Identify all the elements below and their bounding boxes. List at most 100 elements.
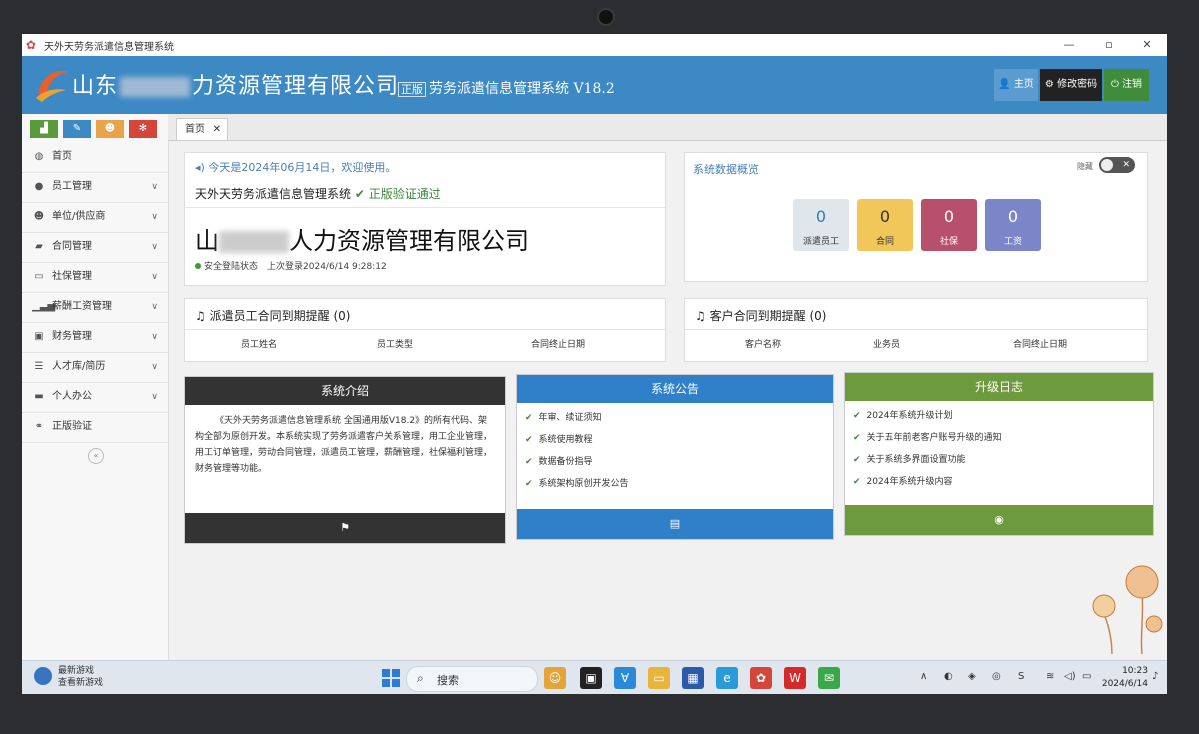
news-title: 最新游戏 [58, 666, 95, 676]
shortcut-settings-button[interactable]: ✻ [129, 120, 157, 138]
sidebar-item-home[interactable]: ◍ 首页 [22, 142, 168, 173]
volume-icon[interactable]: ◁) [1064, 671, 1076, 682]
upgrade-card-title: 升级日志 [845, 373, 1153, 401]
stat-contracts[interactable]: 0 合同 [857, 199, 913, 251]
upgrade-item[interactable]: ✔ 2024年系统升级内容 [853, 471, 1002, 493]
tray-sync-icon[interactable]: ◐ [944, 671, 953, 682]
notice-more-button[interactable]: ▤ [517, 509, 833, 539]
welcome-date-text: 今天是2024年06月14日，欢迎使用。 [208, 161, 397, 174]
taskbar-app-explorer[interactable]: ▭ [648, 667, 670, 689]
home-button[interactable]: 👤 主页 [994, 69, 1038, 101]
system-name: 正版 劳务派遣信息管理系统 V18.2 [398, 78, 615, 98]
company-name-prefix: 山东 [72, 74, 119, 99]
shortcut-chart-button[interactable]: ▟ [30, 120, 58, 138]
folder-icon: ▰ [35, 241, 43, 252]
maximize-button[interactable]: ▫ [1092, 36, 1126, 54]
clock-time: 10:23 [1122, 666, 1148, 676]
close-window-button[interactable]: ✕ [1130, 36, 1164, 54]
tray-shield-icon[interactable]: ◎ [992, 671, 1001, 682]
sidebar-item-finance[interactable]: ▣ 财务管理 ∨ [22, 322, 168, 353]
sidebar-item-units[interactable]: ☻ 单位/供应商 ∨ [22, 202, 168, 233]
system-clock[interactable]: 10:23 2024/6/14 [1100, 665, 1148, 691]
taskbar-app-taskview[interactable]: ▣ [580, 667, 602, 689]
stat-employees[interactable]: 0 派遣员工 [793, 199, 849, 251]
battery-icon[interactable]: ▭ [1082, 671, 1091, 682]
shortcut-edit-button[interactable]: ✎ [63, 120, 91, 138]
sidebar-item-label: 首页 [52, 151, 72, 162]
sidebar-item-social-security[interactable]: ▭ 社保管理 ∨ [22, 262, 168, 293]
shortcut-users-button[interactable]: ☻ [96, 120, 124, 138]
sidebar-item-label: 人才库/简历 [52, 361, 106, 372]
sidebar-item-label: 合同管理 [52, 241, 92, 252]
check-icon: ✔ [853, 411, 861, 421]
chevron-down-icon: ∨ [151, 332, 158, 342]
notice-card: 系统公告 ✔ 年审、续证须知 ✔ 系统使用教程 ✔ 数据备份指导 ✔ 系统架构原创开发公… [516, 374, 834, 540]
sidebar-collapse-button[interactable]: « [88, 448, 104, 464]
check-icon: ✔ [525, 457, 533, 467]
sidebar-item-label: 正版验证 [52, 421, 92, 432]
notice-card-title: 系统公告 [517, 375, 833, 403]
column-header: 客户名称 [745, 340, 782, 350]
notice-item-label: 系统使用教程 [538, 435, 593, 445]
taskbar-app-pinned[interactable]: ∀ [614, 667, 636, 689]
employee-reminder-title: ♫ 派遣员工合同到期提醒 (0) [195, 307, 350, 324]
sidebar-item-verification[interactable]: ⚭ 正版验证 [22, 412, 168, 443]
start-button[interactable] [382, 669, 400, 687]
sidebar-item-label: 单位/供应商 [52, 211, 106, 222]
status-dot-icon [195, 263, 201, 269]
safe-status-text: 安全登陆状态 [204, 262, 259, 272]
clock-date: 2024/6/14 [1101, 679, 1148, 689]
upgrade-item[interactable]: ✔ 关于系统多界面设置功能 [853, 449, 1002, 471]
wifi-icon[interactable]: ≋ [1046, 671, 1054, 682]
tray-app-icon[interactable]: ◈ [968, 671, 976, 682]
sidebar-item-contracts[interactable]: ▰ 合同管理 ∨ [22, 232, 168, 263]
customer-reminder-title-text: 客户合同到期提醒 [709, 309, 806, 323]
hide-toggle[interactable]: ✕ [1099, 157, 1135, 173]
minimize-button[interactable]: — [1052, 36, 1086, 54]
taskbar-app-wps[interactable]: W [784, 667, 806, 689]
upgrade-item-label: 关于系统多界面设置功能 [866, 455, 966, 465]
logout-button[interactable]: ⏻ 注销 [1104, 69, 1149, 101]
tray-chevron-icon[interactable]: ∧ [920, 671, 927, 682]
upgrade-item[interactable]: ✔ 关于五年前老客户账号升级的通知 [853, 427, 1002, 449]
sidebar-item-label: 财务管理 [52, 331, 92, 342]
edition-badge: 正版 [398, 82, 426, 97]
sidebar-item-employees[interactable]: ● 员工管理 ∨ [22, 172, 168, 203]
stat-wages[interactable]: 0 工资 [985, 199, 1041, 251]
upgrade-item[interactable]: ✔ 2024年系统升级计划 [853, 405, 1002, 427]
taskbar-app-widgets[interactable]: ☺ [544, 667, 566, 689]
notice-item-label: 数据备份指导 [538, 457, 593, 467]
system-name-text: 劳务派遣信息管理系统 V18.2 [429, 81, 615, 97]
taskbar-app-laowu[interactable]: ✿ [750, 667, 772, 689]
sidebar-item-talent[interactable]: ☰ 人才库/简历 ∨ [22, 352, 168, 383]
taskbar-app-wechat[interactable]: ✉ [818, 667, 840, 689]
change-password-button[interactable]: ⚙ 修改密码 [1040, 69, 1102, 101]
taskbar-app-store[interactable]: ▦ [682, 667, 704, 689]
column-header: 员工类型 [377, 340, 414, 350]
tray-s-icon[interactable]: S [1018, 671, 1024, 682]
stat-social-security[interactable]: 0 社保 [921, 199, 977, 251]
stat-value: 0 [1007, 207, 1019, 226]
sidebar-item-payroll[interactable]: ▁▃▅ 薪酬工资管理 ∨ [22, 292, 168, 323]
upgrade-item-label: 关于五年前老客户账号升级的通知 [866, 433, 1002, 443]
sidebar-item-office[interactable]: ▬ 个人办公 ∨ [22, 382, 168, 413]
notice-item[interactable]: ✔ 数据备份指导 [525, 451, 629, 473]
notice-item[interactable]: ✔ 年审、续证须知 [525, 407, 629, 429]
taskbar-app-browser[interactable]: e [716, 667, 738, 689]
verification-status: 天外天劳务派遣信息管理系统 ✔ 正版验证通过 [195, 185, 441, 202]
bell-icon: ♫ [695, 309, 706, 323]
taskbar-search[interactable]: ⌕ 搜索 [406, 666, 538, 692]
upgrade-more-button[interactable]: ◉ [845, 505, 1153, 535]
chevron-down-icon: ∨ [151, 272, 158, 282]
notice-item[interactable]: ✔ 系统架构原创开发公告 [525, 473, 629, 495]
tab-label: 首页 [185, 124, 205, 135]
notice-item[interactable]: ✔ 系统使用教程 [525, 429, 629, 451]
close-tab-icon[interactable]: ✕ [213, 119, 221, 141]
search-icon: ⌕ [417, 671, 424, 685]
welcome-company-name: 山 人力资源管理有限公司 [195, 221, 529, 256]
tab-home[interactable]: 首页 ✕ [176, 118, 228, 140]
verify-status-text: 正版验证通过 [368, 187, 441, 201]
tab-bar: 首页 ✕ [168, 114, 1167, 141]
notification-bell-icon[interactable]: ♪ [1152, 671, 1158, 682]
intro-more-button[interactable]: ⚑ [185, 513, 505, 543]
